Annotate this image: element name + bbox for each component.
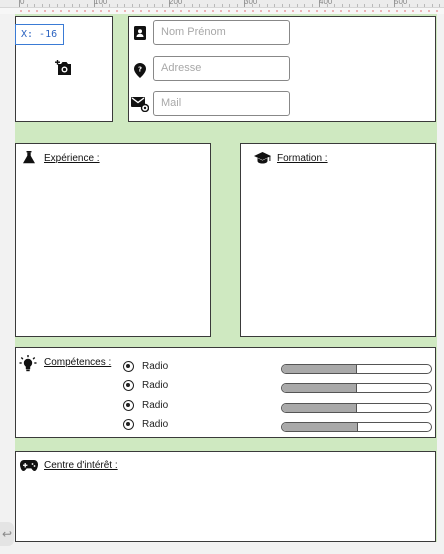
- guide-dot: [132, 10, 134, 12]
- guide-dot: [300, 10, 302, 12]
- guide-dot: [292, 10, 294, 12]
- guide-dot: [252, 10, 254, 12]
- formation-box: [240, 143, 436, 337]
- ruler-label: 100: [94, 0, 108, 6]
- guide-dot: [420, 10, 422, 12]
- gamepad-icon: [20, 460, 38, 471]
- guide-dot: [44, 10, 46, 12]
- skill-radio[interactable]: [123, 361, 134, 372]
- guide-dot: [196, 10, 198, 12]
- flask-icon: [23, 151, 35, 164]
- skill-level-bar[interactable]: [281, 383, 432, 393]
- guide-dot: [372, 10, 374, 12]
- guide-dot: [308, 10, 310, 12]
- guide-dot: [428, 10, 430, 12]
- lightbulb-icon: [19, 355, 37, 373]
- skill-level-fill: [282, 384, 357, 392]
- guide-dot: [228, 10, 230, 12]
- formation-title: Formation :: [277, 153, 328, 164]
- ruler-label: 400: [319, 0, 333, 6]
- guide-dot: [164, 10, 166, 12]
- guide-dot: [380, 10, 382, 12]
- mail-icon: [131, 97, 149, 112]
- skill-level-bar[interactable]: [281, 364, 432, 374]
- guide-dot: [284, 10, 286, 12]
- ruler-label: 200: [169, 0, 183, 6]
- name-field[interactable]: Nom Prénom: [153, 20, 290, 45]
- skill-level-bar[interactable]: [281, 403, 432, 413]
- guide-dot: [340, 10, 342, 12]
- skill-radio[interactable]: [123, 419, 134, 430]
- guide-dot: [124, 10, 126, 12]
- experience-title: Expérience :: [44, 153, 100, 164]
- mail-field[interactable]: Mail: [153, 91, 290, 116]
- guide-dot: [324, 10, 326, 12]
- competences-title: Compétences :: [44, 357, 112, 368]
- skill-label: Radio: [142, 380, 169, 391]
- guide-dot: [268, 10, 270, 12]
- guide-dot: [204, 10, 206, 12]
- skill-level-fill: [282, 423, 358, 431]
- guide-dot: [276, 10, 278, 12]
- guide-dot: [172, 10, 174, 12]
- guide-dot: [84, 10, 86, 12]
- guide-dot: [404, 10, 406, 12]
- guide-dot: [36, 10, 38, 12]
- guide-dot: [52, 10, 54, 12]
- guide-dot: [236, 10, 238, 12]
- contact-card-icon: [134, 26, 146, 40]
- skill-radio[interactable]: [123, 380, 134, 391]
- skill-level-fill: [282, 404, 357, 412]
- guide-dot: [412, 10, 414, 12]
- guide-dot: [212, 10, 214, 12]
- ruler-label: 300: [244, 0, 258, 6]
- skill-level-fill: [282, 365, 357, 373]
- guide-dot: [396, 10, 398, 12]
- guide-dot: [388, 10, 390, 12]
- skill-radio[interactable]: [123, 400, 134, 411]
- guide-dot: [332, 10, 334, 12]
- address-field[interactable]: Adresse: [153, 56, 290, 81]
- location-pin-icon: ?: [134, 63, 146, 78]
- skill-label: Radio: [142, 361, 169, 372]
- horizontal-ruler: 0 100 200 300 400 500: [0, 0, 444, 8]
- skill-level-bar[interactable]: [281, 422, 432, 432]
- guide-dot: [356, 10, 358, 12]
- svg-text:?: ?: [138, 65, 142, 73]
- guide-dot: [180, 10, 182, 12]
- guide-dot: [116, 10, 118, 12]
- guide-dot: [188, 10, 190, 12]
- guide-dot: [20, 10, 22, 12]
- guide-dot: [28, 10, 30, 12]
- guide-dot: [348, 10, 350, 12]
- guide-dot: [108, 10, 110, 12]
- guide-dot: [68, 10, 70, 12]
- interests-title: Centre d'intérêt :: [44, 460, 118, 471]
- guide-dot: [140, 10, 142, 12]
- guide-dot: [100, 10, 102, 12]
- graduation-cap-icon: [254, 152, 271, 164]
- ruler-label: 500: [394, 0, 408, 6]
- guide-dot: [220, 10, 222, 12]
- skill-label: Radio: [142, 400, 169, 411]
- guide-dot: [364, 10, 366, 12]
- ruler-label: 0: [20, 0, 25, 6]
- guide-dot: [60, 10, 62, 12]
- guide-dot: [244, 10, 246, 12]
- skill-label: Radio: [142, 419, 169, 430]
- redo-icon[interactable]: ↩: [0, 522, 14, 546]
- guide-dot: [92, 10, 94, 12]
- guide-dot: [260, 10, 262, 12]
- guide-dot: [436, 10, 438, 12]
- x-position-readout: X: -16: [15, 24, 64, 45]
- guide-dot: [156, 10, 158, 12]
- guide-dot: [148, 10, 150, 12]
- add-photo-icon[interactable]: [55, 60, 73, 77]
- guide-dot: [316, 10, 318, 12]
- guide-dot: [76, 10, 78, 12]
- experience-box: [15, 143, 211, 337]
